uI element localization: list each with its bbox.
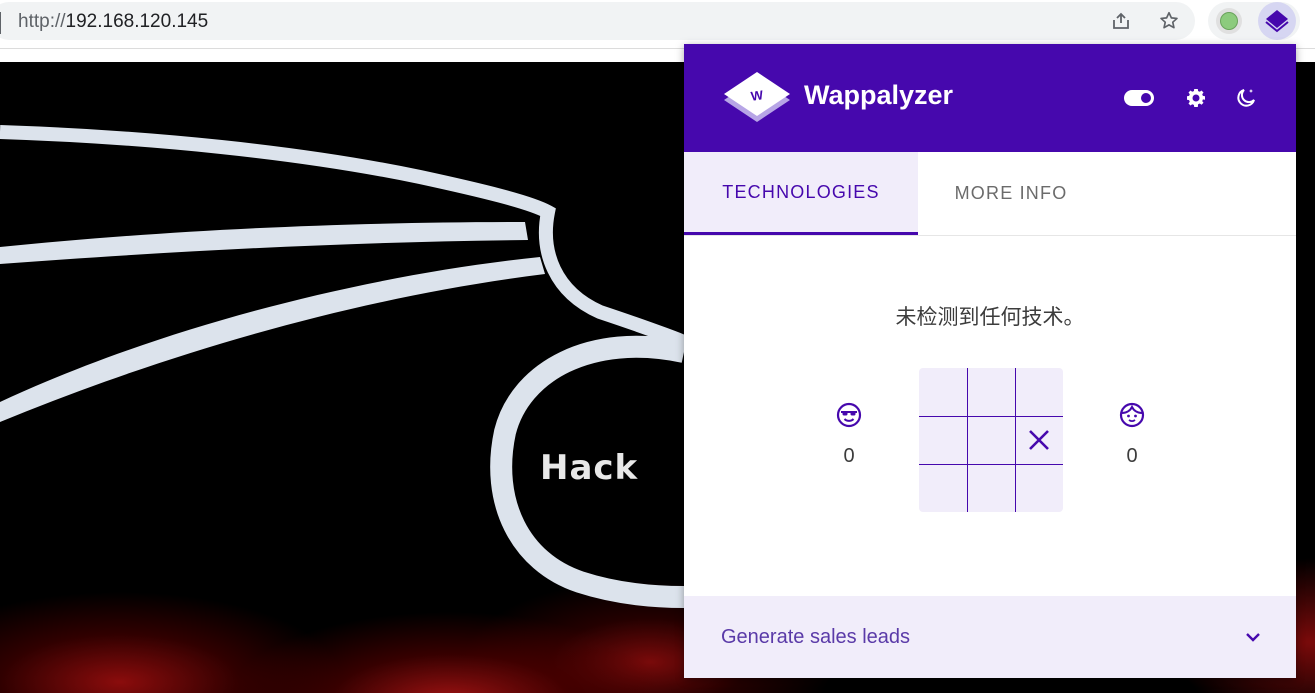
url-host: 192.168.120.145 [65,11,209,32]
tic-tac-toe-board [919,368,1063,512]
url-scheme: http:// [18,11,66,32]
no-technologies-message: 未检测到任何技术。 [895,306,1085,329]
star-icon[interactable] [1156,8,1182,34]
toggle-icon[interactable] [1124,84,1154,112]
hack-text: Hack [540,448,639,488]
popup-header: W Wappalyzer [684,44,1296,152]
share-icon[interactable] [1108,8,1134,34]
wappalyzer-popup: W Wappalyzer TECHNOLOGIES MORE INFO 未检测到… [684,44,1296,678]
wappalyzer-extension-icon[interactable] [1258,2,1296,40]
brand-name: Wappalyzer [804,80,954,110]
player-score: 0 [829,402,869,468]
opponent-score-value: 0 [1126,445,1138,467]
sales-leads-panel[interactable]: Generate sales leads [684,596,1296,678]
board-cell[interactable] [967,416,1015,464]
board-cell[interactable] [919,464,967,512]
x-mark-icon [1029,430,1049,450]
moon-icon[interactable] [1231,84,1261,112]
board-cell-x[interactable] [1015,416,1063,464]
board-cell[interactable] [967,368,1015,416]
board-cell[interactable] [919,368,967,416]
opponent-score: 0 [1112,402,1152,468]
address-bar[interactable]: http://192.168.120.145 [0,2,1195,40]
board-cell[interactable] [1015,368,1063,416]
tab-more-info[interactable]: MORE INFO [918,152,1104,235]
board-cell[interactable] [1015,464,1063,512]
board-cell[interactable] [919,416,967,464]
sales-leads-label: Generate sales leads [721,626,911,648]
tab-technologies[interactable]: TECHNOLOGIES [684,152,918,235]
chevron-down-icon[interactable] [1244,630,1262,649]
board-cell[interactable] [967,464,1015,512]
url-text[interactable]: http://192.168.120.145 [18,11,208,33]
browser-toolbar: http://192.168.120.145 [0,0,1315,49]
child-face-icon [1119,402,1145,432]
extension-icon[interactable] [1216,8,1242,34]
address-separator [0,12,1,34]
wappalyzer-logo-icon: W [720,70,794,135]
tab-bar: TECHNOLOGIES MORE INFO [684,152,1296,236]
gear-icon[interactable] [1181,84,1211,112]
sunglasses-face-icon [836,402,862,432]
player-score-value: 0 [843,445,855,467]
dragon-logo-graphic [0,125,684,608]
